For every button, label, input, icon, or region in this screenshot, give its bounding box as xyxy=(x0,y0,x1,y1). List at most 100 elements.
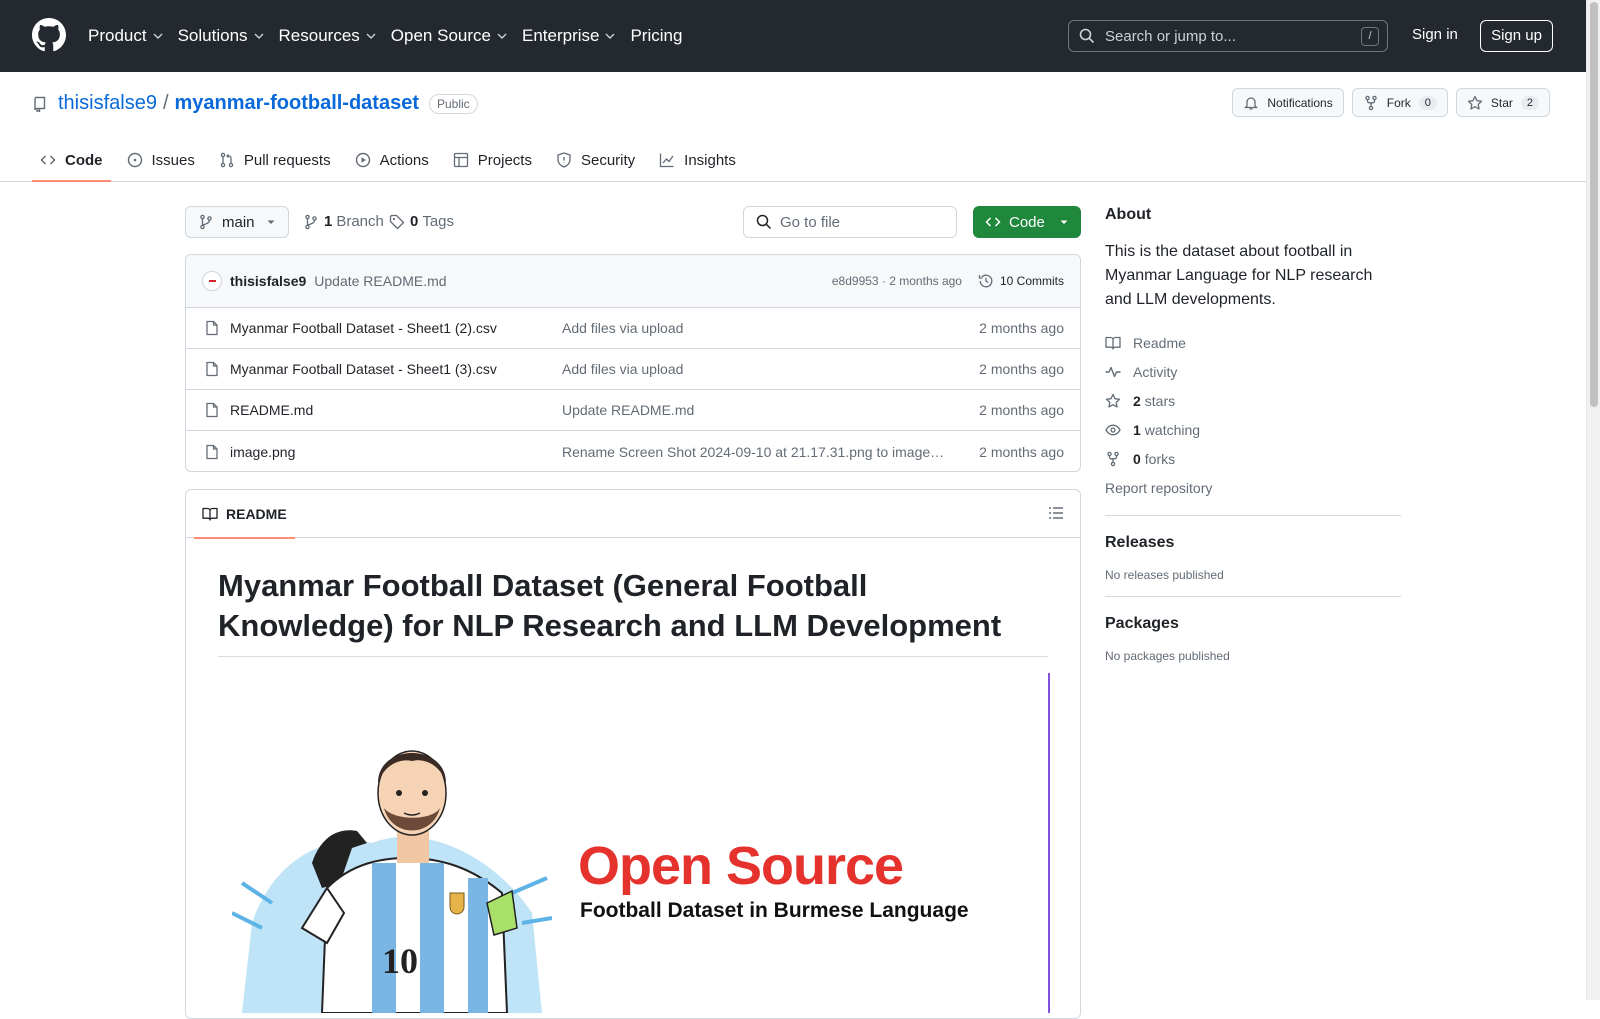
file-name[interactable]: README.md xyxy=(230,402,562,418)
notifications-button[interactable]: Notifications xyxy=(1232,88,1344,117)
file-commit-message[interactable]: Add files via upload xyxy=(562,361,947,377)
nav-pricing[interactable]: Pricing xyxy=(630,26,682,46)
go-to-file-placeholder: Go to file xyxy=(780,213,841,231)
file-name[interactable]: Myanmar Football Dataset - Sheet1 (2).cs… xyxy=(230,320,562,336)
repo-name-link[interactable]: myanmar-football-dataset xyxy=(175,92,420,115)
go-to-file-input[interactable]: Go to file xyxy=(743,206,957,238)
divider xyxy=(1105,515,1401,516)
nav-product[interactable]: Product xyxy=(88,26,164,46)
tab-insights-label: Insights xyxy=(684,151,736,169)
tab-actions[interactable]: Actions xyxy=(347,138,437,182)
issue-icon xyxy=(127,152,142,168)
file-date: 2 months ago xyxy=(979,320,1064,336)
file-icon xyxy=(206,444,218,459)
nav-enterprise[interactable]: Enterprise xyxy=(522,26,616,46)
branch-selector[interactable]: main xyxy=(185,206,289,238)
pulse-icon xyxy=(1105,366,1121,377)
file-commit-message[interactable]: Update README.md xyxy=(562,402,947,418)
tab-insights[interactable]: Insights xyxy=(651,138,744,182)
tab-pull-requests[interactable]: Pull requests xyxy=(211,138,339,182)
watching-link[interactable]: 1 watching xyxy=(1105,415,1401,444)
fork-label: Fork xyxy=(1386,95,1411,110)
code-icon xyxy=(985,217,1001,227)
tab-pull-requests-label: Pull requests xyxy=(243,151,331,169)
releases-heading[interactable]: Releases xyxy=(1105,534,1401,552)
repo-title: thisisfalse9 / myanmar-football-dataset … xyxy=(32,92,478,115)
nav-resources[interactable]: Resources xyxy=(279,26,377,46)
star-count: 2 xyxy=(1520,95,1539,110)
commits-count: 10 Commits xyxy=(999,274,1064,288)
packages-heading[interactable]: Packages xyxy=(1105,615,1401,633)
tab-issues[interactable]: Issues xyxy=(119,138,203,182)
tags-link[interactable]: 0 Tags xyxy=(389,213,454,230)
play-icon xyxy=(355,152,370,168)
branch-bar: main 1 Branch 0 Tags Go to file Code xyxy=(185,206,1081,240)
branches-link[interactable]: 1 Branch xyxy=(303,213,384,230)
signup-button[interactable]: Sign up xyxy=(1480,20,1553,52)
avatar[interactable] xyxy=(202,271,222,291)
footballer-illustration: 10 xyxy=(232,750,552,1013)
tab-code-label: Code xyxy=(65,151,103,169)
file-name[interactable]: Myanmar Football Dataset - Sheet1 (3).cs… xyxy=(230,361,562,377)
file-icon xyxy=(206,402,218,418)
repo-header: thisisfalse9 / myanmar-football-dataset … xyxy=(0,72,1586,182)
repo-owner-link[interactable]: thisisfalse9 xyxy=(58,92,157,115)
search-icon xyxy=(1079,28,1095,44)
chevron-down-icon xyxy=(254,33,264,39)
nav-enterprise-label: Enterprise xyxy=(521,26,600,45)
table-row[interactable]: README.md Update README.md 2 months ago xyxy=(186,390,1080,431)
global-header: Product Solutions Resources Open Source … xyxy=(0,0,1586,72)
table-row[interactable]: Myanmar Football Dataset - Sheet1 (2).cs… xyxy=(186,308,1080,349)
commit-author[interactable]: thisisfalse9 xyxy=(230,273,306,289)
activity-link[interactable]: Activity xyxy=(1105,357,1401,386)
fork-icon xyxy=(1107,451,1119,466)
page-scrollbar[interactable] xyxy=(1586,0,1600,1000)
tab-projects[interactable]: Projects xyxy=(445,138,540,182)
search-input[interactable]: Search or jump to... / xyxy=(1068,20,1388,52)
report-repository-link[interactable]: Report repository xyxy=(1105,475,1401,501)
about-heading: About xyxy=(1105,206,1152,223)
commit-sha-time[interactable]: e8d9953 · 2 months ago xyxy=(832,274,962,288)
tab-security[interactable]: Security xyxy=(548,138,643,182)
caret-down-icon xyxy=(1060,220,1068,224)
repo-actions: Notifications Fork 0 Star 2 xyxy=(1232,88,1550,117)
file-date: 2 months ago xyxy=(979,402,1064,418)
readme-tab[interactable]: README xyxy=(194,490,295,539)
nav-solutions[interactable]: Solutions xyxy=(178,26,265,46)
packages-empty-text: No packages published xyxy=(1105,649,1230,663)
tab-code[interactable]: Code xyxy=(32,138,111,182)
forks-link[interactable]: 0 forks xyxy=(1105,444,1401,473)
stars-link[interactable]: 2 stars xyxy=(1105,386,1401,415)
branch-icon xyxy=(305,214,317,229)
github-logo-icon[interactable] xyxy=(32,18,66,52)
file-commit-message[interactable]: Rename Screen Shot 2024-09-10 at 21.17.3… xyxy=(562,444,947,460)
branch-name: main xyxy=(222,213,255,231)
code-button[interactable]: Code xyxy=(973,206,1081,238)
file-name[interactable]: image.png xyxy=(230,444,562,460)
commit-message[interactable]: Update README.md xyxy=(314,273,446,289)
star-button[interactable]: Star 2 xyxy=(1455,88,1550,117)
list-icon[interactable] xyxy=(1048,505,1064,521)
commits-link[interactable]: 10 Commits xyxy=(978,273,1064,289)
table-row[interactable]: image.png Rename Screen Shot 2024-09-10 … xyxy=(186,431,1080,471)
readme-link[interactable]: Readme xyxy=(1105,328,1401,357)
shield-icon xyxy=(557,152,571,168)
file-list: thisisfalse9 Update README.md e8d9953 · … xyxy=(185,254,1081,472)
file-icon xyxy=(206,361,218,377)
forks-label: forks xyxy=(1144,450,1176,467)
file-commit-message[interactable]: Add files via upload xyxy=(562,320,947,336)
fork-button[interactable]: Fork 0 xyxy=(1351,88,1448,117)
book-icon xyxy=(1105,336,1121,350)
fork-icon xyxy=(1364,95,1377,110)
repo-description: This is the dataset about football in My… xyxy=(1105,243,1373,308)
repo-tabs: Code Issues Pull requests Actions Projec… xyxy=(32,138,752,182)
nav-open-source[interactable]: Open Source xyxy=(391,26,508,46)
readme-tab-label: README xyxy=(226,505,287,522)
search-placeholder: Search or jump to... xyxy=(1105,27,1236,45)
branch-icon xyxy=(200,214,212,230)
table-row[interactable]: Myanmar Football Dataset - Sheet1 (3).cs… xyxy=(186,349,1080,390)
signin-link[interactable]: Sign in xyxy=(1412,26,1458,43)
forks-count: 0 xyxy=(1133,450,1141,467)
scrollbar-thumb[interactable] xyxy=(1590,2,1598,407)
tag-label: Tags xyxy=(422,213,455,230)
